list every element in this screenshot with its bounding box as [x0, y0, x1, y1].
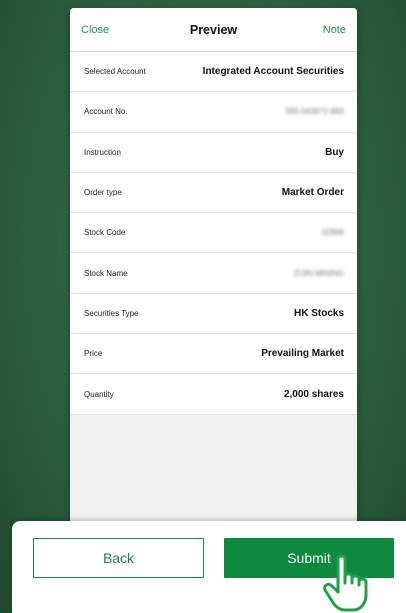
row-selected-account: Selected Account Integrated Account Secu… [70, 52, 357, 93]
submit-button[interactable]: Submit [224, 538, 394, 578]
row-value: Prevailing Market [261, 348, 344, 360]
row-label: Price [84, 349, 103, 359]
row-value-redacted: 02899 [321, 228, 344, 238]
row-value: Market Order [281, 187, 344, 199]
preview-sheet: Close Preview Note Selected Account Inte… [70, 8, 357, 604]
row-value: HK Stocks [293, 307, 344, 319]
row-value: Integrated Account Securities [202, 66, 344, 78]
row-label: Instruction [84, 147, 121, 157]
row-label: Stock Name [84, 268, 128, 278]
row-label: Stock Code [84, 228, 126, 238]
nav-bar: Close Preview Note [70, 8, 357, 52]
row-stock-name: Stock Name ZIJIN MINING [70, 253, 357, 294]
row-quantity: Quantity 2,000 shares [70, 374, 357, 415]
row-stock-code: Stock Code 02899 [70, 213, 357, 254]
order-details-list: Selected Account Integrated Account Secu… [70, 52, 357, 415]
note-button[interactable]: Note [323, 24, 346, 36]
row-securities-type: Securities Type HK Stocks [70, 294, 357, 335]
back-button[interactable]: Back [33, 538, 204, 578]
row-label: Selected Account [84, 67, 146, 77]
row-value: Buy [325, 146, 344, 158]
row-value-redacted: ZIJIN MINING [293, 268, 344, 278]
row-instruction: Instruction Buy [70, 133, 357, 173]
row-value: 2,000 shares [283, 388, 344, 400]
row-price: Price Prevailing Market [70, 334, 357, 375]
row-label: Order type [84, 188, 122, 198]
action-bar: Back Submit [12, 521, 406, 613]
page-title: Preview [189, 22, 238, 37]
row-label: Account No. [84, 107, 128, 117]
row-label: Securities Type [84, 308, 139, 318]
close-button[interactable]: Close [81, 24, 109, 36]
row-value-redacted: 395-043672-883 [285, 107, 344, 117]
row-account-no: Account No. 395-043672-883 [70, 92, 357, 133]
row-label: Quantity [84, 389, 114, 399]
row-order-type: Order type Market Order [70, 173, 357, 214]
